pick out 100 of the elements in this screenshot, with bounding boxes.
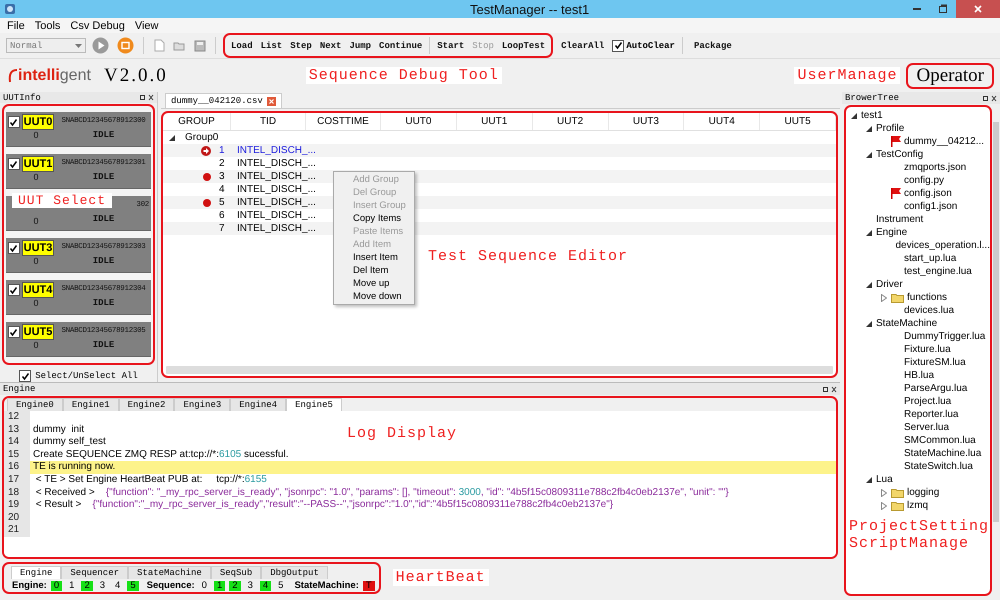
status-indicator: T <box>362 580 375 590</box>
tree-item[interactable]: config1.json <box>904 201 958 212</box>
tree-item[interactable]: devices_operation.l... <box>895 240 990 251</box>
close-icon[interactable] <box>266 96 276 106</box>
tree-item[interactable]: FixtureSM.lua <box>904 357 966 368</box>
tree-item[interactable]: StateMachine.lua <box>904 448 982 459</box>
column-header[interactable]: UUT4 <box>684 113 760 130</box>
tree-item[interactable]: config.json <box>904 188 952 199</box>
toolbar-button[interactable]: Jump <box>345 38 376 52</box>
tree-item[interactable]: test_engine.lua <box>904 266 972 277</box>
column-header[interactable]: UUT5 <box>760 113 836 130</box>
menu-item[interactable]: Move down <box>334 290 414 303</box>
toolbar-button[interactable]: LoopTest <box>498 38 550 52</box>
expand-icon[interactable] <box>866 320 872 326</box>
checkbox[interactable] <box>8 284 20 296</box>
panel-controls-icon[interactable] <box>140 94 154 101</box>
checkbox[interactable] <box>8 242 20 254</box>
mode-dropdown[interactable]: Normal <box>6 38 86 53</box>
tree-item[interactable]: StateMachine <box>876 318 938 329</box>
tree-item[interactable]: Driver <box>876 279 903 290</box>
tree-item[interactable]: Instrument <box>876 214 924 225</box>
menu-item[interactable]: Del Item <box>334 264 414 277</box>
checkbox[interactable] <box>8 116 20 128</box>
save-icon[interactable] <box>194 40 206 52</box>
scrollbar[interactable] <box>166 366 833 374</box>
engine-tab[interactable]: Engine2 <box>118 398 174 411</box>
engine-tab[interactable]: Engine4 <box>230 398 286 411</box>
menu-item[interactable]: Tools <box>34 20 60 32</box>
toolbar-button[interactable]: ClearAll <box>557 38 608 52</box>
column-header[interactable]: GROUP <box>163 113 231 130</box>
heartbeat-tab[interactable]: DbgOutput <box>261 566 328 579</box>
expand-icon[interactable] <box>866 126 872 132</box>
tree-item[interactable]: Lua <box>876 474 893 485</box>
expand-icon[interactable] <box>851 112 857 118</box>
toolbar-button[interactable]: Load <box>227 38 257 52</box>
tree-item[interactable]: TestConfig <box>876 149 924 160</box>
menu-item[interactable]: Move up <box>334 277 414 290</box>
breakpoint-icon[interactable] <box>203 172 211 180</box>
panel-controls-icon[interactable] <box>823 386 837 392</box>
close-button[interactable] <box>956 0 1000 18</box>
breakpoint-icon[interactable] <box>203 198 211 206</box>
tree-item[interactable]: Reporter.lua <box>904 409 958 420</box>
toolbar-button[interactable]: Start <box>433 38 468 52</box>
tree-item[interactable]: Profile <box>876 123 904 134</box>
expand-icon[interactable] <box>169 134 175 140</box>
column-header[interactable]: TID <box>231 113 306 130</box>
engine-tab[interactable]: Engine1 <box>62 398 119 411</box>
tree-item[interactable]: DummyTrigger.lua <box>904 331 986 342</box>
toolbar-button[interactable]: Continue <box>375 38 426 52</box>
tree-item[interactable]: Project.lua <box>904 396 952 407</box>
checkbox[interactable] <box>8 326 20 338</box>
panel-controls-icon[interactable] <box>983 94 997 102</box>
tree-item[interactable]: lzmq <box>907 500 928 511</box>
toolbar-button[interactable]: Package <box>690 38 736 52</box>
column-header[interactable]: UUT1 <box>456 113 533 130</box>
checkbox[interactable] <box>612 40 624 52</box>
heartbeat-tab[interactable]: StateMachine <box>128 566 211 579</box>
checkbox[interactable] <box>8 158 20 170</box>
tree-item[interactable]: StateSwitch.lua <box>904 461 973 472</box>
expand-icon[interactable] <box>866 476 872 482</box>
tree-item[interactable]: functions <box>907 292 948 303</box>
expand-icon[interactable] <box>866 230 872 236</box>
menu-item[interactable]: Insert Item <box>334 251 414 264</box>
tree-item[interactable]: devices.lua <box>904 305 954 316</box>
play-icon[interactable] <box>92 37 109 54</box>
checkbox[interactable] <box>19 370 32 382</box>
expand-icon[interactable] <box>866 282 872 288</box>
tree-item[interactable]: Engine <box>876 227 908 238</box>
tree-item[interactable]: test1 <box>861 110 883 121</box>
engine-tab[interactable]: Engine3 <box>174 398 230 411</box>
heartbeat-tab[interactable]: SeqSub <box>210 566 262 579</box>
tree-item[interactable]: ParseArgu.lua <box>904 383 968 394</box>
column-header[interactable]: UUT3 <box>608 113 684 130</box>
toolbar-button[interactable]: Step <box>286 38 316 52</box>
file-tab[interactable]: dummy__042120.csv <box>165 93 282 108</box>
column-header[interactable]: UUT2 <box>532 113 608 130</box>
scrollbar[interactable] <box>993 122 999 522</box>
toolbar-button[interactable]: List <box>256 38 286 52</box>
heartbeat-tab[interactable]: Sequencer <box>61 566 128 579</box>
tree-item[interactable]: Server.lua <box>904 422 950 433</box>
tree-item[interactable]: HB.lua <box>904 370 934 381</box>
line-number: 19 <box>4 499 30 512</box>
tree-item[interactable]: SMCommon.lua <box>904 435 976 446</box>
column-header[interactable]: UUT0 <box>381 113 457 130</box>
menu-item[interactable]: Copy Items <box>334 212 414 225</box>
engine-tab[interactable]: Engine5 <box>286 398 342 411</box>
menu-item[interactable]: File <box>7 20 25 32</box>
tree-item[interactable]: dummy__04212... <box>904 136 984 147</box>
toolbar-button[interactable]: Next <box>316 38 346 52</box>
column-header[interactable]: COSTTIME <box>306 113 381 130</box>
tree-item[interactable]: start_up.lua <box>904 253 956 264</box>
tree-item[interactable]: zmqports.json <box>904 162 966 173</box>
tree-item[interactable]: config.py <box>904 175 944 186</box>
menu-item[interactable]: Csv Debug <box>70 20 125 32</box>
engine-tab[interactable]: Engine0 <box>7 398 63 411</box>
expand-icon[interactable] <box>866 152 872 158</box>
tree-item[interactable]: logging <box>907 487 940 498</box>
tree-item[interactable]: Fixture.lua <box>904 344 951 355</box>
menu-item[interactable]: View <box>134 20 158 32</box>
heartbeat-tab[interactable]: Engine <box>11 566 62 579</box>
